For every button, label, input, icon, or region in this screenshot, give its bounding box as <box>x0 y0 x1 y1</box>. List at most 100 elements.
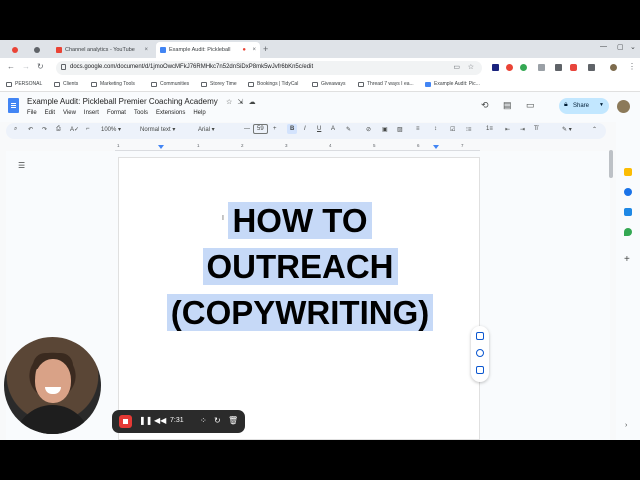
rewind-icon[interactable]: ◀◀ <box>154 416 166 425</box>
bookmark-personal[interactable]: PERSONAL <box>6 81 42 87</box>
style-select[interactable]: Normal text ▾ <box>140 126 175 133</box>
trash-icon[interactable]: 🗑︎ <box>228 416 238 425</box>
increase-indent-icon[interactable]: ⇥ <box>520 126 525 133</box>
print-icon[interactable]: ⎙ <box>56 126 61 133</box>
bold-button[interactable]: B <box>287 124 298 134</box>
link-icon[interactable]: ⊘ <box>366 126 371 133</box>
numbered-list-icon[interactable]: 1≡ <box>486 126 493 132</box>
close-icon[interactable]: × <box>144 47 148 53</box>
document-page[interactable]: I HOW TO OUTREACH (COPYWRITING) <box>118 157 480 440</box>
comment-icon[interactable]: ▣ <box>382 126 388 133</box>
suggest-edits-icon[interactable] <box>476 366 484 374</box>
avatar[interactable] <box>617 100 630 113</box>
plus-icon[interactable]: + <box>263 44 268 54</box>
checklist-icon[interactable]: ☑ <box>450 126 455 133</box>
drag-handle-icon[interactable]: ⁘ <box>200 416 207 425</box>
profile-avatar[interactable] <box>610 64 617 71</box>
history-icon[interactable]: ⟲ <box>481 100 489 111</box>
stop-recording-button[interactable] <box>119 415 132 428</box>
paint-format-icon[interactable]: ⌐ <box>86 126 90 132</box>
increase-font-icon[interactable]: + <box>273 126 277 132</box>
decrease-indent-icon[interactable]: ⇤ <box>505 126 510 133</box>
restart-icon[interactable]: ↻ <box>214 416 221 425</box>
menu-extensions[interactable]: Extensions <box>156 110 185 116</box>
extensions-puzzle-icon[interactable] <box>588 64 595 71</box>
extension-icon[interactable] <box>492 64 499 71</box>
zoom-select[interactable]: 100% ▾ <box>101 126 121 133</box>
undo-icon[interactable]: ↶ <box>28 126 33 133</box>
contacts-icon[interactable] <box>624 208 632 216</box>
bookmark-example-audit[interactable]: Example Audit: Pic... <box>425 81 480 87</box>
bookmark-marketing-tools[interactable]: Marketing Tools <box>91 81 135 87</box>
ruler[interactable]: 1 1 2 3 4 5 6 7 <box>115 143 480 151</box>
clear-formatting-icon[interactable]: T̸ <box>534 126 538 132</box>
docs-logo-icon[interactable] <box>8 98 19 113</box>
extension-icon[interactable] <box>520 64 527 71</box>
tasks-icon[interactable] <box>624 188 632 196</box>
search-icon[interactable]: ⌕ <box>14 126 17 133</box>
extension-icon[interactable] <box>570 64 577 71</box>
bookmark-tidycal[interactable]: Bookings | TidyCal <box>248 81 298 87</box>
menu-edit[interactable]: Edit <box>45 110 55 116</box>
decrease-font-icon[interactable]: — <box>244 126 250 132</box>
document-outline-icon[interactable]: ☰ <box>18 161 25 170</box>
font-select[interactable]: Arial ▾ <box>198 126 215 133</box>
heading-line[interactable]: (COPYWRITING) <box>119 294 481 332</box>
tab-example-audit[interactable]: Example Audit: Pickleball ● × <box>156 42 260 58</box>
image-icon[interactable]: ▨ <box>397 126 403 133</box>
extension-icon[interactable] <box>506 64 513 71</box>
reload-icon[interactable]: ↻ <box>37 62 44 71</box>
chevron-right-icon[interactable]: › <box>625 422 627 429</box>
pause-icon[interactable]: ❚❚ <box>139 416 152 425</box>
extension-icon[interactable] <box>538 64 545 71</box>
forward-icon[interactable]: → <box>22 62 30 71</box>
menu-file[interactable]: File <box>27 110 37 116</box>
text-color-icon[interactable]: A <box>331 126 335 132</box>
chevron-down-icon[interactable]: ▼ <box>599 102 604 108</box>
omnibox[interactable]: docs.google.com/document/d/1jmoOwcMFkJ76… <box>56 61 482 75</box>
keep-icon[interactable] <box>624 168 632 176</box>
back-icon[interactable]: ← <box>7 62 15 71</box>
meet-icon[interactable]: ▭ <box>526 100 535 111</box>
heading-line[interactable]: HOW TO <box>119 202 481 240</box>
indent-marker-icon[interactable] <box>433 145 439 149</box>
italic-button[interactable]: I <box>304 126 306 132</box>
scrollbar[interactable] <box>609 150 613 178</box>
bookmark-giveaways[interactable]: Giveaways <box>312 81 345 87</box>
line-spacing-icon[interactable]: ↕ <box>434 126 437 132</box>
close-icon[interactable]: × <box>252 47 256 53</box>
emoji-icon[interactable] <box>476 349 484 357</box>
indent-marker-icon[interactable] <box>158 145 164 149</box>
tab-pinned-2[interactable] <box>30 42 50 58</box>
kebab-menu-icon[interactable]: ⋮ <box>628 62 636 71</box>
bulleted-list-icon[interactable]: ⁝≡ <box>466 126 471 133</box>
comments-icon[interactable]: ▤ <box>503 100 512 111</box>
bookmark-thread[interactable]: Thread 7 ways I ea... <box>358 81 414 87</box>
maximize-icon[interactable]: ▢ <box>617 43 624 51</box>
plus-icon[interactable]: + <box>624 254 630 265</box>
tab-youtube-analytics[interactable]: Channel analytics - YouTube × <box>52 42 152 58</box>
spellcheck-icon[interactable]: A✓ <box>70 126 79 133</box>
underline-button[interactable]: U <box>317 126 321 132</box>
menu-view[interactable]: View <box>63 110 76 116</box>
editing-mode-icon[interactable]: ✎ ▾ <box>562 126 572 133</box>
url-text[interactable]: docs.google.com/document/d/1jmoOwcMFkJ76… <box>70 64 313 70</box>
maps-icon[interactable] <box>624 228 632 236</box>
site-info-icon[interactable] <box>61 64 66 70</box>
redo-icon[interactable]: ↷ <box>42 126 47 133</box>
align-icon[interactable]: ≡ <box>416 126 420 132</box>
bookmark-communities[interactable]: Communities <box>151 81 189 87</box>
menu-help[interactable]: Help <box>193 110 205 116</box>
extension-icon[interactable] <box>555 64 562 71</box>
menu-format[interactable]: Format <box>107 110 126 116</box>
chevron-down-icon[interactable]: ⌄ <box>630 43 636 51</box>
menu-insert[interactable]: Insert <box>84 110 99 116</box>
star-icon[interactable]: ☆ <box>226 99 232 106</box>
chevron-up-icon[interactable]: ⌃ <box>592 126 597 133</box>
bookmark-storey-time[interactable]: Storey Time <box>201 81 237 87</box>
add-comment-icon[interactable] <box>476 332 484 340</box>
font-size-input[interactable]: 59 <box>253 124 268 134</box>
tab-pinned-1[interactable] <box>8 42 28 58</box>
bookmark-clients[interactable]: Clients <box>54 81 78 87</box>
heading-line[interactable]: OUTREACH <box>119 248 481 286</box>
